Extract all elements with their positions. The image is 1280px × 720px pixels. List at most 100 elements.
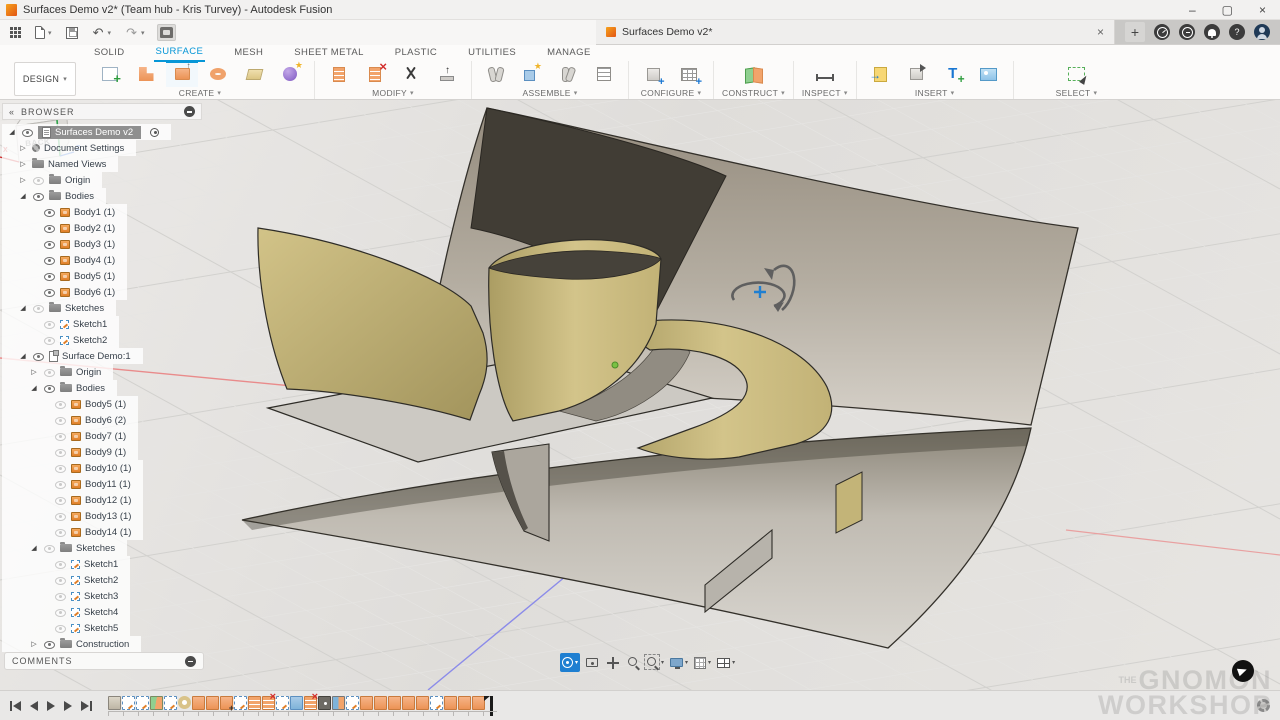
display-button[interactable]: ▾ bbox=[668, 653, 690, 672]
tree-row-surface-demo-1[interactable]: ◢Surface Demo:1 bbox=[2, 348, 143, 364]
visibility-eye-icon[interactable] bbox=[43, 224, 56, 233]
comments-icon[interactable] bbox=[185, 656, 196, 667]
extensions-icon[interactable] bbox=[1154, 24, 1170, 40]
expand-arrow-icon[interactable]: ◢ bbox=[18, 352, 28, 360]
visibility-eye-icon[interactable] bbox=[54, 528, 67, 537]
tree-row-bodies[interactable]: ◢Bodies bbox=[2, 380, 117, 396]
collapse-panel-icon[interactable]: « bbox=[9, 107, 15, 117]
timeline-delete-icon[interactable] bbox=[262, 696, 275, 710]
expand-arrow-icon[interactable]: ▷ bbox=[18, 160, 28, 168]
tree-row-sketch2[interactable]: Sketch2 bbox=[2, 572, 130, 588]
ribbon-tab-mesh[interactable]: MESH bbox=[232, 45, 265, 61]
timeline-sketch-icon[interactable] bbox=[430, 696, 443, 710]
revolve-button[interactable] bbox=[202, 61, 234, 87]
timeline-extrude-add-icon[interactable] bbox=[220, 696, 233, 710]
timeline-sketch-icon[interactable] bbox=[234, 696, 247, 710]
config-table-button[interactable] bbox=[673, 61, 705, 87]
group-label-create[interactable]: CREATE bbox=[179, 88, 221, 98]
tree-row-body4-1-[interactable]: Body4 (1) bbox=[2, 252, 127, 268]
timeline-sketch-icon[interactable] bbox=[122, 696, 135, 710]
tree-row-body3-1-[interactable]: Body3 (1) bbox=[2, 236, 127, 252]
planes-button[interactable] bbox=[737, 61, 769, 87]
timeline-form-icon[interactable] bbox=[108, 696, 121, 710]
group-label-inspect[interactable]: INSPECT bbox=[802, 88, 848, 98]
timeline-sketch-icon[interactable] bbox=[136, 696, 149, 710]
ribbon-tab-solid[interactable]: SOLID bbox=[92, 45, 127, 61]
visibility-eye-icon[interactable] bbox=[54, 560, 67, 569]
tree-row-named-views[interactable]: ▷Named Views bbox=[2, 156, 118, 172]
group-label-modify[interactable]: MODIFY bbox=[372, 88, 414, 98]
timeline-extrude-icon[interactable] bbox=[388, 696, 401, 710]
sketch-point[interactable] bbox=[612, 362, 618, 368]
visibility-eye-icon[interactable] bbox=[43, 256, 56, 265]
tree-row-body2-1-[interactable]: Body2 (1) bbox=[2, 220, 127, 236]
tree-row-body14-1-[interactable]: Body14 (1) bbox=[2, 524, 143, 540]
visibility-eye-icon[interactable] bbox=[43, 368, 56, 377]
comments-bar[interactable]: COMMENTS bbox=[4, 652, 204, 670]
visibility-eye-icon[interactable] bbox=[54, 480, 67, 489]
visibility-eye-icon[interactable] bbox=[32, 192, 45, 201]
group-label-insert[interactable]: INSERT bbox=[915, 88, 955, 98]
derive-button[interactable] bbox=[901, 61, 933, 87]
tree-row-body10-1-[interactable]: Body10 (1) bbox=[2, 460, 143, 476]
group-label-configure[interactable]: CONFIGURE bbox=[641, 88, 702, 98]
tree-row-sketch5[interactable]: Sketch5 bbox=[2, 620, 130, 636]
group-label-assemble[interactable]: ASSEMBLE bbox=[522, 88, 577, 98]
sketch-create-button[interactable] bbox=[94, 61, 126, 87]
text-plus-button[interactable] bbox=[937, 61, 969, 87]
extrude-l-button[interactable] bbox=[130, 61, 162, 87]
measure-button[interactable] bbox=[809, 61, 841, 87]
new-component-button[interactable] bbox=[516, 61, 548, 87]
visibility-eye-icon[interactable] bbox=[54, 416, 67, 425]
timeline-extrude-icon[interactable] bbox=[416, 696, 429, 710]
grid-button[interactable]: ▾ bbox=[692, 653, 713, 672]
bom-button[interactable] bbox=[588, 61, 620, 87]
tab-close-icon[interactable]: × bbox=[1097, 25, 1104, 39]
minimize-button[interactable]: – bbox=[1189, 3, 1196, 17]
delete-x-button[interactable] bbox=[359, 61, 391, 87]
maximize-button[interactable]: ▢ bbox=[1222, 3, 1233, 17]
visibility-eye-icon[interactable] bbox=[54, 448, 67, 457]
tree-row-sketch3[interactable]: Sketch3 bbox=[2, 588, 130, 604]
visibility-eye-icon[interactable] bbox=[54, 576, 67, 585]
timeline-revolve-icon[interactable] bbox=[178, 696, 191, 709]
tree-row-sketch4[interactable]: Sketch4 bbox=[2, 604, 130, 620]
visibility-eye-icon[interactable] bbox=[54, 432, 67, 441]
presspull-button[interactable] bbox=[323, 61, 355, 87]
orbit-button[interactable]: ▾ bbox=[560, 653, 580, 672]
ribbon-tab-surface[interactable]: SURFACE bbox=[154, 44, 206, 62]
expand-arrow-icon[interactable]: ▷ bbox=[29, 368, 39, 376]
visibility-eye-icon[interactable] bbox=[43, 384, 56, 393]
skip-start-button[interactable] bbox=[10, 701, 21, 711]
visibility-eye-icon[interactable] bbox=[54, 592, 67, 601]
fit-button[interactable]: ▾ bbox=[645, 653, 666, 672]
tree-row-bodies[interactable]: ◢Bodies bbox=[2, 188, 106, 204]
viewport-canvas[interactable]: BACK TOP X Z « BROWSER ◢Surfaces Demo v2… bbox=[0, 100, 1280, 690]
expand-arrow-icon[interactable]: ▷ bbox=[18, 144, 28, 152]
expand-arrow-icon[interactable]: ◢ bbox=[18, 192, 28, 200]
redo-button[interactable]: ▾ bbox=[123, 25, 147, 41]
file-button[interactable]: ▾ bbox=[33, 24, 54, 41]
visibility-eye-icon[interactable] bbox=[54, 512, 67, 521]
timeline-extrude-icon[interactable] bbox=[206, 696, 219, 710]
tree-row-body7-1-[interactable]: Body7 (1) bbox=[2, 428, 138, 444]
trim-button[interactable] bbox=[395, 61, 427, 87]
timeline-delete-icon[interactable] bbox=[304, 696, 317, 710]
tree-row-surfaces-demo-v2[interactable]: ◢Surfaces Demo v2 bbox=[2, 124, 171, 140]
visibility-eye-icon[interactable] bbox=[54, 608, 67, 617]
home-button[interactable] bbox=[157, 24, 176, 41]
timeline-pattern-icon[interactable] bbox=[248, 696, 261, 710]
visibility-eye-icon[interactable] bbox=[43, 336, 56, 345]
config-cube-button[interactable] bbox=[637, 61, 669, 87]
timeline-plane-icon[interactable] bbox=[150, 696, 163, 710]
timeline-settings-gear-icon[interactable] bbox=[1257, 699, 1270, 712]
visibility-eye-icon[interactable] bbox=[54, 464, 67, 473]
extend-button[interactable] bbox=[431, 61, 463, 87]
timeline-extrude-icon[interactable] bbox=[444, 696, 457, 710]
tree-row-body6-2-[interactable]: Body6 (2) bbox=[2, 412, 138, 428]
visibility-eye-icon[interactable] bbox=[43, 544, 56, 553]
ribbon-tab-plastic[interactable]: PLASTIC bbox=[393, 45, 439, 61]
tree-row-sketch2[interactable]: Sketch2 bbox=[2, 332, 119, 348]
expand-arrow-icon[interactable]: ▷ bbox=[29, 640, 39, 648]
timeline-extrude-icon[interactable] bbox=[458, 696, 471, 710]
